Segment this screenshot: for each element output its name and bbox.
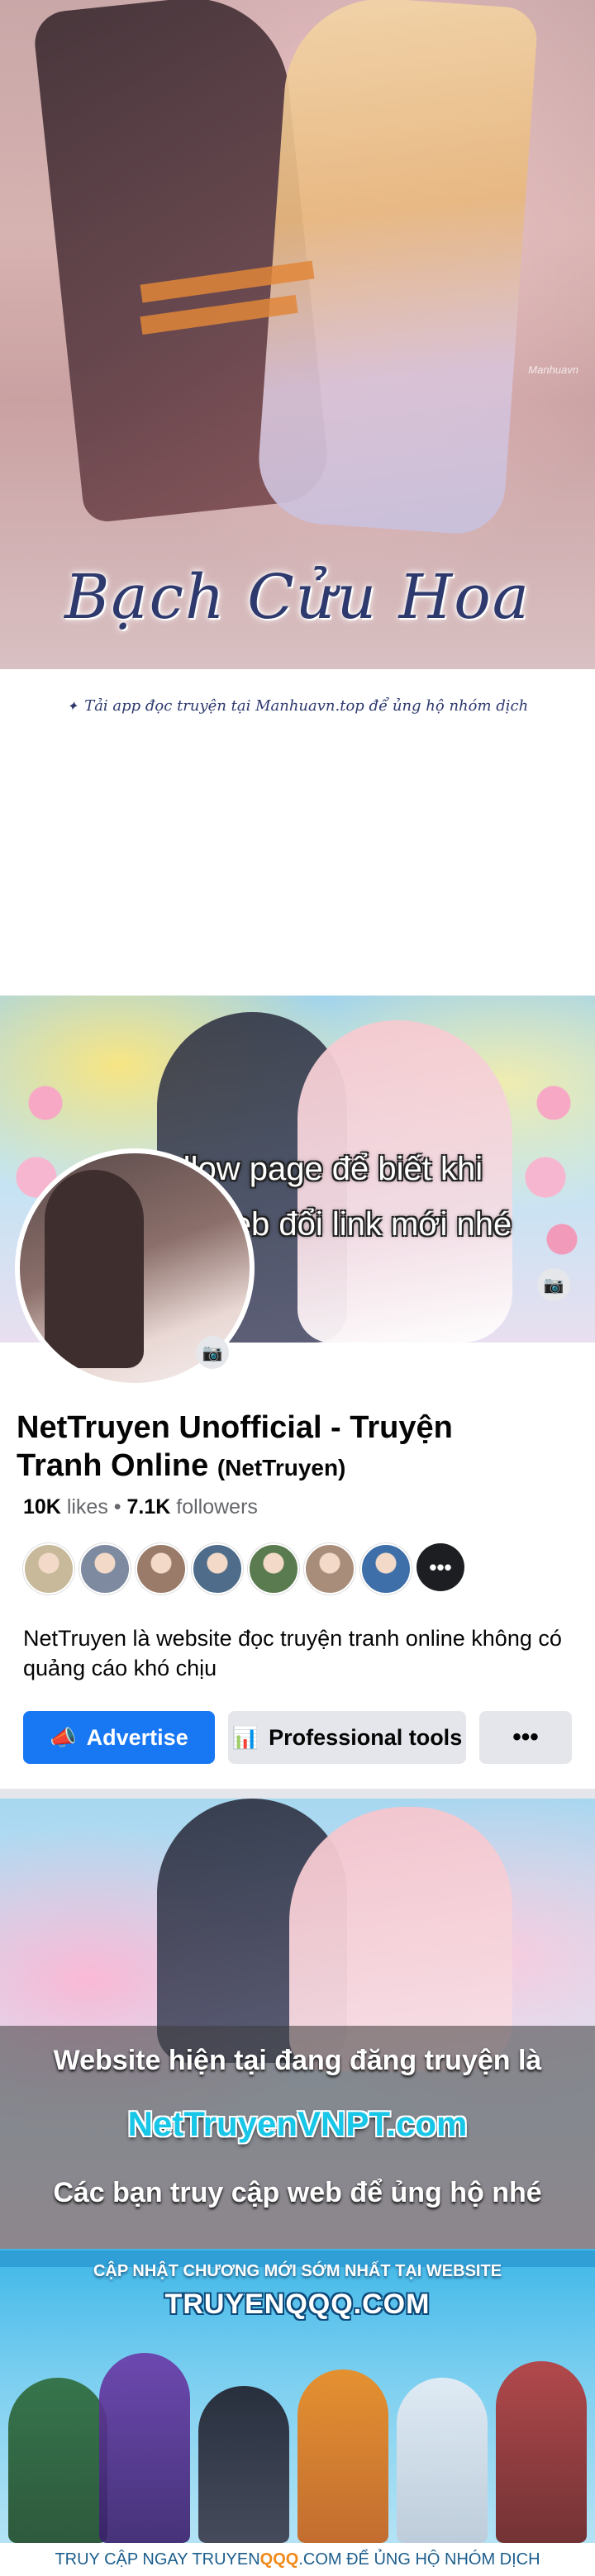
facebook-page-card: Follow page để biết khi nào web đổi link…	[0, 996, 595, 1789]
qqq-character	[198, 2386, 289, 2543]
friend-avatar[interactable]	[79, 1543, 131, 1595]
friend-avatar[interactable]	[248, 1543, 299, 1595]
manga-title-logo: Bạch Cửu Hoa	[64, 562, 531, 633]
friends-who-like-row: •••	[23, 1543, 464, 1595]
qqq-character	[397, 2378, 488, 2543]
manga-subline: ✦ Tải app đọc truyện tại Manhuavn.top để …	[0, 697, 595, 715]
likes-label: likes	[66, 1495, 108, 1519]
qqq-footer-highlight: QQQ	[259, 2550, 299, 2569]
professional-tools-label: Professional tools	[269, 1724, 463, 1750]
page-alias: (NetTruyen)	[217, 1455, 346, 1480]
edit-avatar-camera-icon[interactable]: 📷	[196, 1336, 229, 1369]
stats-separator: •	[113, 1495, 127, 1519]
more-options-button[interactable]: •••	[479, 1711, 572, 1764]
friend-avatar[interactable]	[360, 1543, 412, 1595]
page-about: NetTruyen là website đọc truyện tranh on…	[23, 1626, 562, 1680]
megaphone-icon: 📣	[50, 1724, 77, 1750]
page-name: NetTruyen Unofficial - Truyện Tranh Onli…	[17, 1409, 545, 1487]
friend-avatar[interactable]	[136, 1543, 187, 1595]
banner-site-link[interactable]: NetTruyenVNPT.com	[0, 2104, 595, 2144]
professional-tools-button[interactable]: 📊 Professional tools	[228, 1711, 466, 1764]
qqq-character	[99, 2353, 190, 2543]
edit-cover-camera-icon[interactable]: 📷	[537, 1268, 570, 1301]
avatar-figure	[45, 1170, 144, 1368]
manga-watermark: Manhuavn	[528, 364, 578, 376]
site-notice-banner: Website hiện tại đang đăng truyện là Net…	[0, 1799, 595, 2249]
page: Manhuavn Bạch Cửu Hoa ✦ Tải app đọc truyệ…	[0, 0, 595, 2576]
likes-count[interactable]: 10K	[23, 1495, 61, 1519]
section-divider	[0, 1789, 595, 1799]
friend-avatar[interactable]	[304, 1543, 355, 1595]
qqq-footer-text: TRUY CẬP NGAY TRUYENQQQ.COM ĐỂ ỦNG HỘ NH…	[0, 2550, 595, 2569]
advertise-button[interactable]: 📣 Advertise	[23, 1711, 215, 1764]
sparkle-icon: ✦	[66, 698, 79, 714]
page-stats: 10K likes • 7.1K followers	[23, 1495, 258, 1519]
manga-subline-text: Tải app đọc truyện tại Manhuavn.top để ủ…	[84, 697, 529, 715]
qqq-character	[298, 2369, 388, 2543]
friend-avatar[interactable]	[192, 1543, 243, 1595]
followers-label: followers	[176, 1495, 258, 1519]
followers-count[interactable]: 7.1K	[127, 1495, 171, 1519]
truyenqqq-banner: CẬP NHẬT CHƯƠNG MỚI SỚM NHẤT TẠI WEBSITE…	[0, 2249, 595, 2576]
qqq-site-logo[interactable]: TRUYENQQQ.COM	[0, 2288, 595, 2321]
advertise-label: Advertise	[86, 1724, 188, 1750]
banner-line3: Các bạn truy cập web để ủng hộ nhé	[53, 2177, 542, 2208]
qqq-character	[8, 2378, 107, 2543]
qqq-footer-suffix: .COM ĐỂ ỦNG HỘ NHÓM DỊCH	[298, 2550, 540, 2569]
qqq-character	[496, 2361, 587, 2543]
friend-avatar[interactable]	[23, 1543, 74, 1595]
qqq-line1: CẬP NHẬT CHƯƠNG MỚI SỚM NHẤT TẠI WEBSITE	[93, 2262, 502, 2280]
banner-line1: Website hiện tại đang đăng truyện là	[53, 2045, 542, 2076]
more-friends-button[interactable]: •••	[416, 1543, 464, 1591]
bar-chart-icon: 📊	[231, 1724, 259, 1750]
qqq-footer-prefix: TRUY CẬP NGAY TRUYEN	[55, 2550, 260, 2569]
